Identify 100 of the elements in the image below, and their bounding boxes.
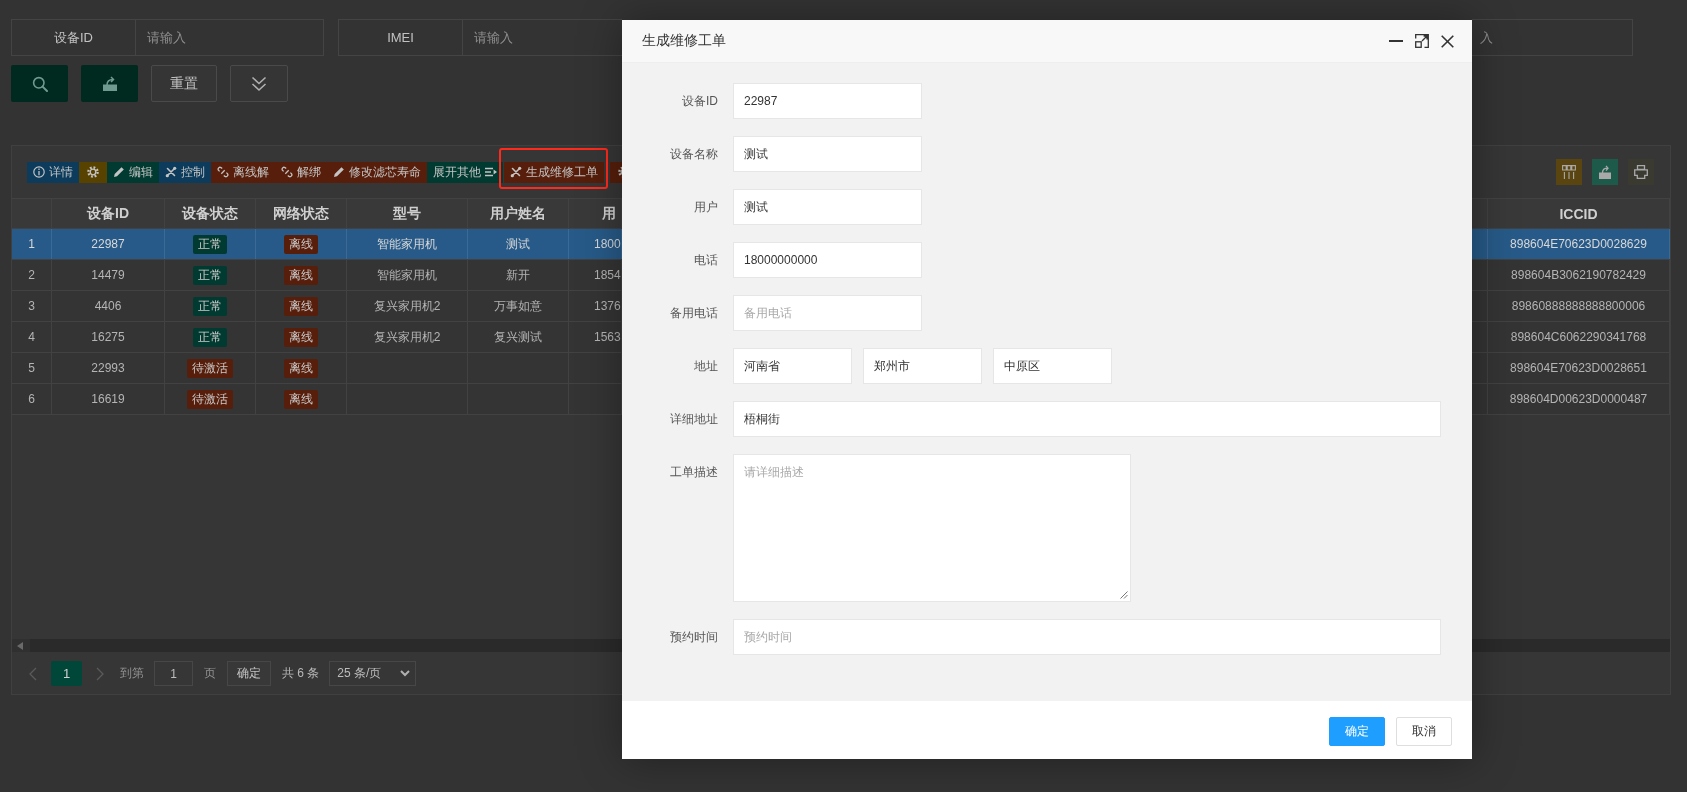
field-label: 设备ID: [12, 20, 136, 55]
column-header[interactable]: 用户姓名: [468, 199, 569, 228]
table-cell: 复兴测试: [468, 322, 569, 352]
toolbar-button[interactable]: 生成维修工单: [504, 161, 604, 183]
status-tag: 离线: [284, 358, 318, 378]
cancel-button[interactable]: 取消: [1396, 717, 1452, 746]
table-cell: 898604D00623D0000487: [1488, 384, 1670, 414]
page-input[interactable]: 1: [154, 661, 193, 686]
toolbar-button[interactable]: 编辑: [107, 161, 159, 183]
tools-icon: [165, 166, 177, 178]
status-tag: 待激活: [187, 389, 233, 409]
input-field[interactable]: 梧桐街: [733, 401, 1441, 437]
double-chevron-down-icon: [251, 75, 267, 92]
input-field[interactable]: 18000000000: [733, 242, 922, 278]
print-button[interactable]: [1628, 159, 1654, 185]
status-tag: 离线: [284, 389, 318, 409]
table-cell: 测试: [468, 229, 569, 259]
status-tag: 离线: [284, 327, 318, 347]
page-suffix: 页: [204, 665, 216, 682]
reset-button[interactable]: 重置: [151, 65, 217, 102]
toolbar-button[interactable]: 解绑: [275, 161, 327, 183]
menu-icon: [485, 166, 497, 178]
resize-grip-icon[interactable]: [1120, 591, 1128, 599]
column-header[interactable]: ICCID: [1488, 199, 1670, 228]
row-number: 5: [12, 353, 52, 383]
row-number: 6: [12, 384, 52, 414]
field-label: 用户: [694, 200, 718, 214]
broken-link-icon: [217, 166, 229, 178]
status-tag: 离线: [284, 234, 318, 254]
table-cell: 16275: [52, 322, 165, 352]
status-tag: 离线: [284, 296, 318, 316]
column-header[interactable]: 网络状态: [256, 199, 347, 228]
field-label: 地址: [694, 359, 718, 373]
close-icon[interactable]: [1441, 34, 1454, 48]
row-number: 2: [12, 260, 52, 290]
search-button[interactable]: [11, 65, 68, 102]
field-label: 电话: [694, 253, 718, 267]
printer-icon: [1634, 165, 1648, 179]
toolbar-button[interactable]: 详情: [27, 161, 79, 183]
table-cell: 智能家用机: [347, 260, 468, 290]
status-tag: 正常: [193, 265, 227, 285]
export-button[interactable]: [81, 65, 138, 102]
scroll-left-icon[interactable]: [17, 641, 23, 650]
export-button[interactable]: [1592, 159, 1618, 185]
table-cell: 复兴家用机2: [347, 291, 468, 321]
input-field[interactable]: 请输入: [136, 20, 323, 55]
column-header[interactable]: 设备状态: [165, 199, 256, 228]
field-label: 预约时间: [670, 630, 718, 644]
field-label: 工单描述: [670, 465, 718, 479]
page-size-select[interactable]: 25 条/页: [329, 661, 417, 686]
column-header[interactable]: 型号: [347, 199, 468, 228]
gear-icon: [87, 166, 99, 178]
input-field[interactable]: 请输入: [463, 20, 622, 55]
export-icon: [101, 75, 118, 92]
caret-icon: [400, 670, 411, 677]
toolbar-button[interactable]: 离线解: [211, 161, 275, 183]
input-field[interactable]: 中原区: [993, 348, 1112, 384]
table-cell: 14479: [52, 260, 165, 290]
field-label: 设备ID: [682, 94, 718, 108]
field-label: IMEI: [339, 20, 463, 55]
table-cell: 22987: [52, 229, 165, 259]
table-cell: 898604E70623D0028629: [1488, 229, 1670, 259]
goto-label: 到第: [120, 665, 144, 682]
status-tag: 待激活: [187, 358, 233, 378]
input-field[interactable]: 郑州市: [863, 348, 982, 384]
columns-icon: [1562, 165, 1576, 179]
toolbar-button[interactable]: 修改滤芯寿命: [327, 161, 427, 183]
toolbar-button[interactable]: 控制: [159, 161, 211, 183]
confirm-button[interactable]: 确定: [227, 661, 271, 686]
page-button[interactable]: 1: [51, 661, 82, 686]
input-field[interactable]: 测试: [733, 189, 922, 225]
total-count: 共 6 条: [282, 665, 320, 682]
input-field[interactable]: 河南省: [733, 348, 852, 384]
status-tag: 正常: [193, 327, 227, 347]
field-label: 详细地址: [670, 412, 718, 426]
toolbar-button[interactable]: 展开其他: [427, 161, 503, 183]
table-cell: 898604C6062290341768: [1488, 322, 1670, 352]
broken-link-icon: [281, 166, 293, 178]
input-field[interactable]: 22987: [733, 83, 922, 119]
input-field[interactable]: 入: [1472, 19, 1633, 56]
table-cell: 4406: [52, 291, 165, 321]
expand-button[interactable]: [230, 65, 288, 102]
columns-button[interactable]: [1556, 159, 1582, 185]
status-tag: 正常: [193, 234, 227, 254]
table-cell: 898604E70623D0028651: [1488, 353, 1670, 383]
maximize-icon[interactable]: [1415, 34, 1429, 48]
table-cell: 新开: [468, 260, 569, 290]
input-field[interactable]: 测试: [733, 136, 922, 172]
export-icon: [1598, 165, 1612, 179]
pencil-icon: [113, 166, 125, 178]
dialog-title: 生成维修工单: [642, 32, 726, 50]
column-header[interactable]: 设备ID: [52, 199, 165, 228]
row-number: 1: [12, 229, 52, 259]
status-tag: 正常: [193, 296, 227, 316]
pencil-icon: [333, 166, 345, 178]
table-cell: 万事如意: [468, 291, 569, 321]
status-tag: 离线: [284, 265, 318, 285]
search-icon: [31, 75, 48, 92]
toolbar-button[interactable]: [79, 161, 107, 183]
table-cell: 898604B3062190782429: [1488, 260, 1670, 290]
